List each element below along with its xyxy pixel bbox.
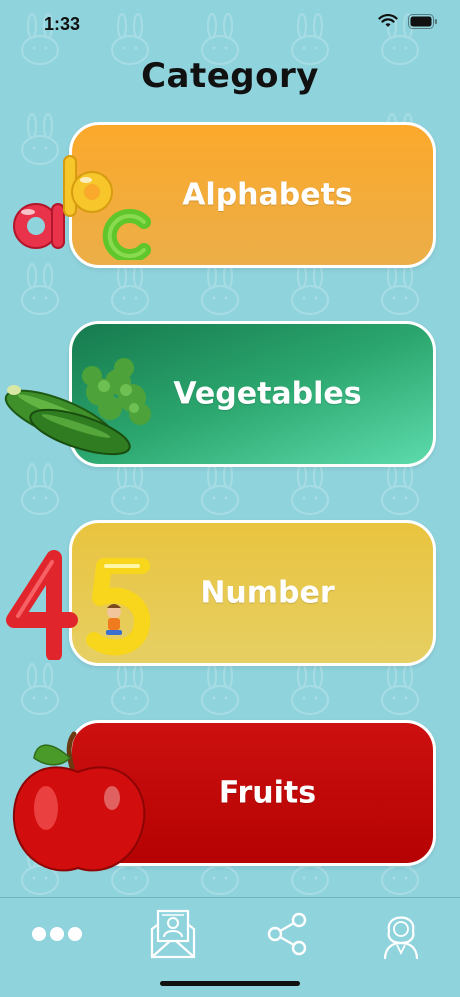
more-icon (32, 927, 82, 941)
profile-tab[interactable] (366, 906, 436, 962)
category-label-fruits: Fruits (218, 775, 317, 811)
contact-tab[interactable] (138, 906, 208, 962)
share-tab[interactable] (252, 906, 322, 962)
vegetables-illustration (4, 358, 151, 456)
home-indicator (160, 981, 300, 986)
profile-icon (383, 916, 419, 960)
contact-card-icon (150, 909, 196, 959)
battery-icon (408, 14, 437, 29)
more-tab[interactable] (22, 906, 92, 962)
apple-illustration (12, 731, 146, 872)
abc-letters-illustration (13, 155, 151, 260)
status-time: 1:33 (44, 14, 81, 34)
page-title: Category (141, 56, 319, 96)
status-bar: 1:33 (0, 0, 460, 50)
share-icon (267, 912, 307, 956)
numbers-45-illustration (6, 550, 151, 660)
wifi-icon (378, 14, 398, 27)
status-icons (378, 14, 438, 29)
